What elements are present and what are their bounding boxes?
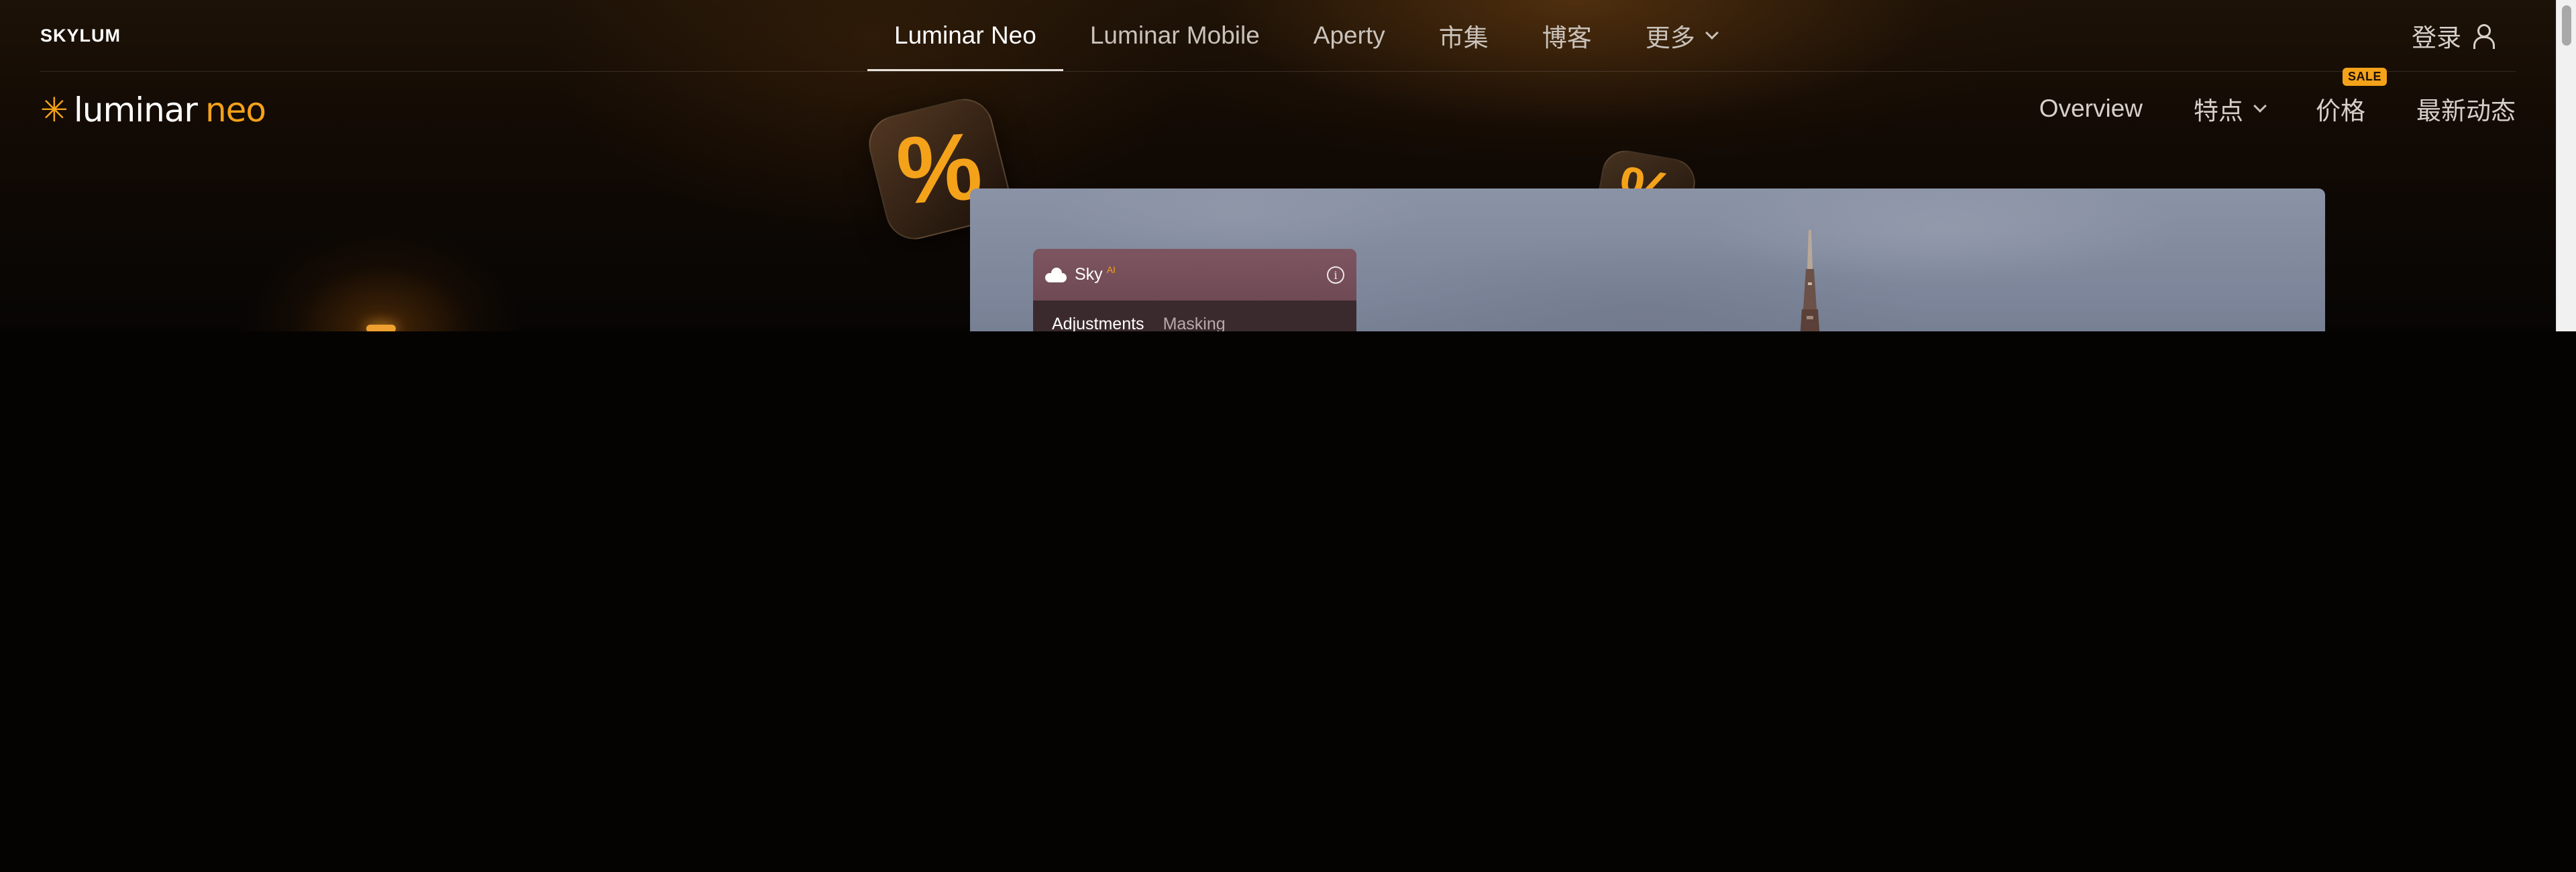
product-nav-links: Overview 特点 价格 SALE 最新动态 [1988, 68, 2516, 146]
global-nav: SKYLUM Luminar Neo Luminar Mobile Aperty… [0, 0, 2556, 71]
decorative-light [366, 325, 396, 331]
app-preview-window: Sky AI i Adjustments Masking [970, 188, 2325, 331]
scrollbar-thumb[interactable] [2562, 5, 2571, 46]
page-scrollbar[interactable] [2556, 0, 2576, 331]
tab-masking[interactable]: Masking [1163, 315, 1226, 332]
user-icon [2472, 24, 2495, 49]
panel-header: Sky AI i [1033, 249, 1356, 301]
skylum-logo[interactable]: SKYLUM [40, 25, 121, 46]
panel-tabs: Adjustments Masking [1033, 301, 1356, 331]
global-nav-links: Luminar Neo Luminar Mobile Aperty 市集 博客 … [867, 0, 1743, 71]
nav-luminar-neo[interactable]: Luminar Neo [867, 0, 1063, 71]
login-link[interactable]: 登录 [2412, 0, 2495, 71]
nav-more-dropdown[interactable]: 更多 [1619, 0, 1743, 71]
cloud-icon [1045, 267, 1067, 282]
nav-news[interactable]: 最新动态 [2416, 91, 2516, 127]
decorative-glow [241, 228, 523, 331]
nav-pricing[interactable]: 价格 SALE [2316, 68, 2387, 127]
nav-luminar-mobile[interactable]: Luminar Mobile [1063, 0, 1287, 71]
nav-aperty[interactable]: Aperty [1287, 0, 1412, 71]
chevron-down-icon [2253, 99, 2267, 113]
tab-adjustments[interactable]: Adjustments [1052, 315, 1144, 332]
sale-badge: SALE [2342, 68, 2387, 86]
chevron-down-icon [1705, 26, 1719, 40]
ai-tag: AI [1106, 264, 1116, 275]
nav-features-dropdown[interactable]: 特点 [2194, 91, 2267, 127]
nav-blog[interactable]: 博客 [1515, 0, 1619, 71]
nav-pricing-label: 价格 [2316, 97, 2365, 125]
page-body-blank [0, 331, 2576, 872]
nav-features-label: 特点 [2194, 97, 2243, 125]
info-icon[interactable]: i [1327, 266, 1344, 284]
luminar-neo-logo[interactable]: ✳ luminar neo [40, 91, 266, 129]
nav-more-label: 更多 [1645, 24, 1695, 52]
sky-ai-panel: Sky AI i Adjustments Masking [1033, 249, 1356, 331]
product-nav: ✳ luminar neo Overview 特点 价格 SALE 最新动态 [0, 68, 2556, 146]
sun-star-icon: ✳ [40, 91, 68, 129]
login-label: 登录 [2412, 24, 2461, 52]
hero-section: SKYLUM Luminar Neo Luminar Mobile Aperty… [0, 0, 2556, 331]
panel-title: Sky [1075, 265, 1103, 284]
nav-overview[interactable]: Overview [2039, 95, 2143, 123]
logo-word-luminar: luminar [73, 91, 198, 129]
logo-word-neo: neo [205, 91, 266, 129]
nav-marketplace[interactable]: 市集 [1412, 0, 1515, 71]
